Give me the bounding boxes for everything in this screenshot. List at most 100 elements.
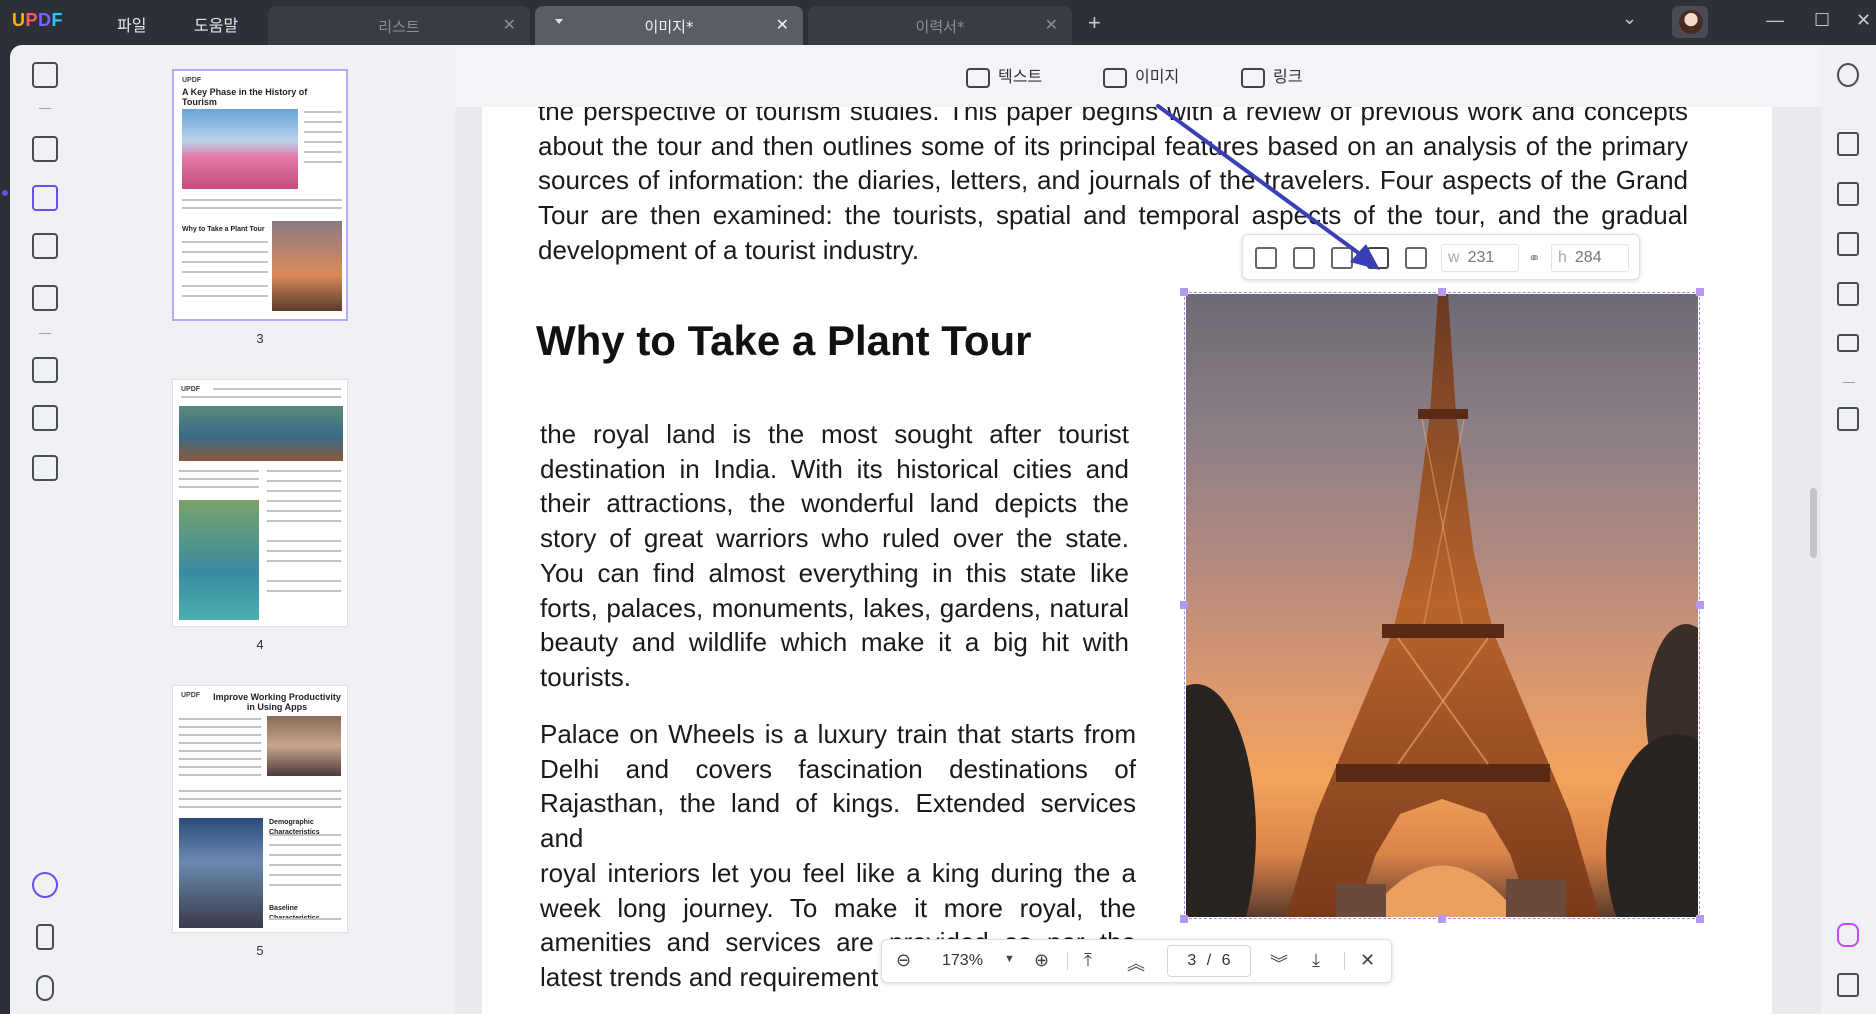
- zoom-level[interactable]: 173%: [942, 952, 983, 970]
- text-line: Tour are then examined: the tourists, sp…: [538, 200, 1688, 231]
- height-field[interactable]: h 284: [1551, 244, 1629, 272]
- thumb-text: [179, 806, 341, 808]
- thumb-subtitle: Baseline Characteristics: [269, 905, 320, 922]
- thumb-text: [304, 131, 342, 133]
- vertical-scrollbar[interactable]: [1810, 488, 1817, 558]
- text-tool-icon: [966, 67, 990, 88]
- thumb-text: [269, 844, 341, 846]
- thumb-text: [182, 261, 268, 263]
- thumb-title: A Key Phase in the History of Tourism: [182, 87, 308, 107]
- page-number-label: 4: [256, 637, 264, 652]
- resize-handle[interactable]: [1696, 288, 1704, 296]
- reader-icon[interactable]: [32, 62, 58, 88]
- resize-handle[interactable]: [1696, 601, 1704, 609]
- thumb-image: [267, 716, 341, 776]
- edit-pdf-icon[interactable]: [32, 185, 58, 211]
- crop-icon[interactable]: [32, 405, 58, 431]
- close-window-button[interactable]: ✕: [1856, 10, 1871, 31]
- menu-help[interactable]: 도움말: [194, 12, 238, 36]
- lock-aspect-icon[interactable]: ⚭: [1528, 249, 1541, 267]
- close-icon[interactable]: ✕: [776, 15, 789, 34]
- width-value: 231: [1467, 249, 1495, 266]
- thumb-text: [182, 251, 268, 253]
- updf-logo[interactable]: UPDF: [12, 10, 63, 31]
- thumb-text: [304, 151, 342, 153]
- email-icon[interactable]: [1837, 334, 1859, 352]
- zoom-out-icon[interactable]: ⊖: [896, 950, 911, 971]
- attachment-icon[interactable]: [36, 975, 54, 1001]
- bookmark-icon[interactable]: [36, 924, 54, 950]
- paragraph-royal-land[interactable]: the royal land is the most sought after …: [540, 417, 1129, 695]
- tab-image[interactable]: 이미지* ✕: [535, 6, 803, 45]
- search-icon[interactable]: [1837, 63, 1859, 87]
- next-page-icon[interactable]: ︾: [1270, 950, 1288, 976]
- page-number-input[interactable]: 3 / 6: [1167, 945, 1251, 977]
- divider: [1843, 382, 1855, 383]
- page-thumbnail-5[interactable]: UPDF Improve Working Productivity in Usi…: [172, 685, 348, 933]
- tab-resume[interactable]: 이력서* ✕: [808, 6, 1072, 45]
- close-icon[interactable]: ✕: [503, 15, 516, 34]
- close-icon[interactable]: ✕: [1360, 950, 1375, 971]
- add-image-button[interactable]: 이미지: [1103, 63, 1179, 88]
- first-page-icon[interactable]: ⤒: [1084, 950, 1092, 971]
- close-icon[interactable]: ✕: [1045, 15, 1058, 34]
- text-line: about the tour and then outlines some of…: [538, 130, 1688, 161]
- logo-letter: D: [38, 10, 52, 30]
- tab-label: 이미지*: [644, 18, 694, 36]
- text-line: the perspective of tourism studies. This…: [538, 107, 1688, 126]
- form-icon[interactable]: [32, 285, 58, 311]
- width-field[interactable]: w 231: [1441, 244, 1519, 272]
- thumb-brand: UPDF: [181, 692, 201, 699]
- replace-image-icon[interactable]: [1405, 247, 1427, 269]
- thumb-text: [267, 560, 341, 562]
- page-organize-icon[interactable]: [32, 233, 58, 259]
- thumb-text: [179, 726, 261, 728]
- last-page-icon[interactable]: ⤓: [1312, 950, 1320, 971]
- logo-letter: U: [12, 10, 26, 30]
- zoom-dropdown-icon[interactable]: ▼: [1004, 953, 1015, 965]
- resize-handle[interactable]: [1696, 915, 1704, 923]
- height-label: h: [1558, 249, 1567, 266]
- menu-file[interactable]: 파일: [117, 12, 146, 36]
- thumb-text: [267, 480, 341, 482]
- thumb-text: [267, 470, 341, 472]
- zoom-in-icon[interactable]: ⊕: [1034, 950, 1049, 971]
- share-icon[interactable]: [1837, 282, 1859, 306]
- thumb-text: [267, 580, 341, 582]
- page-thumbnail-3[interactable]: UPDF A Key Phase in the History of Touri…: [172, 69, 348, 321]
- thumb-text: [179, 774, 261, 776]
- minimize-button[interactable]: —: [1766, 10, 1784, 31]
- convert-icon[interactable]: [32, 357, 58, 383]
- left-tool-rail: [10, 45, 80, 1014]
- section-heading[interactable]: Why to Take a Plant Tour: [536, 317, 1032, 365]
- avatar-image: [1679, 10, 1703, 34]
- logo-letter: P: [25, 10, 39, 30]
- previous-page-icon[interactable]: ︽: [1127, 950, 1145, 976]
- new-tab-button[interactable]: +: [1088, 10, 1101, 36]
- layers-icon[interactable]: [32, 872, 58, 898]
- resize-handle[interactable]: [1180, 601, 1188, 609]
- protect-document-icon[interactable]: [1837, 232, 1859, 256]
- avatar[interactable]: [1672, 6, 1708, 38]
- protect-icon[interactable]: [32, 455, 58, 481]
- thumb-text: [267, 490, 341, 492]
- tab-list[interactable]: 리스트 ✕: [268, 6, 530, 45]
- maximize-button[interactable]: ☐: [1814, 10, 1830, 31]
- thumb-text: [267, 550, 341, 552]
- resize-handle[interactable]: [1180, 288, 1188, 296]
- ai-assistant-icon[interactable]: [1837, 923, 1859, 947]
- edit-toolbar: 텍스트 이미지 링크: [455, 45, 1821, 107]
- comment-panel-icon[interactable]: [1837, 973, 1859, 997]
- convert-document-icon[interactable]: [1837, 182, 1859, 206]
- add-text-button[interactable]: 텍스트: [966, 63, 1042, 88]
- ocr-icon[interactable]: [1837, 132, 1859, 156]
- resize-handle[interactable]: [1438, 288, 1446, 296]
- resize-handle[interactable]: [1180, 915, 1188, 923]
- comment-icon[interactable]: [32, 136, 58, 162]
- save-icon[interactable]: [1837, 407, 1859, 431]
- add-link-button[interactable]: 링크: [1241, 63, 1302, 88]
- page-thumbnail-4[interactable]: UPDF: [172, 379, 348, 627]
- resize-handle[interactable]: [1438, 915, 1446, 923]
- thumb-text: [269, 864, 341, 866]
- chevron-down-icon[interactable]: ⌄: [1622, 8, 1637, 29]
